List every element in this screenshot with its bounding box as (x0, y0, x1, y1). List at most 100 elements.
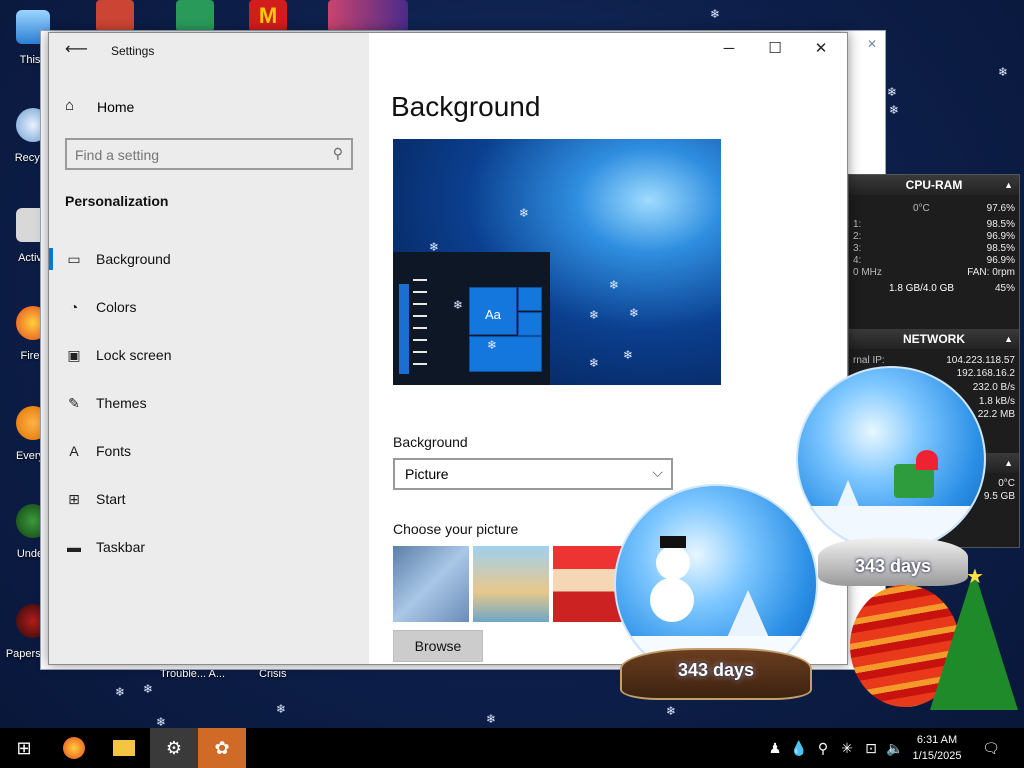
christmas-tree (930, 570, 1018, 710)
search-tray-icon[interactable]: ⚲ (814, 739, 832, 757)
browse-button[interactable]: Browse (393, 630, 483, 662)
ram-usage: 1.8 GB/4.0 GB (889, 283, 955, 294)
settings-sidebar: ⟵ Settings ⌂ Home ⚲ Personalization ▭ Ba… (49, 33, 369, 664)
clock-time: 6:31 AM (916, 734, 958, 746)
nav-item-label: Colors (96, 299, 137, 315)
core-value: 98.5% (986, 243, 1015, 254)
choose-picture-label: Choose your picture (393, 521, 519, 537)
cpu-frequency: 0 MHz (853, 267, 882, 278)
window-controls: ─ ☐ ✕ (709, 33, 847, 67)
maximize-icon[interactable]: ☐ (765, 39, 785, 59)
collapse-icon[interactable]: ▲ (1004, 175, 1013, 195)
app-taskbar-icon[interactable]: ✿ (198, 728, 246, 768)
start-button[interactable]: ⊞ (0, 728, 48, 768)
notification-icon[interactable]: 🗨 (982, 739, 1000, 757)
cpu-total: 97.6% (986, 203, 1015, 214)
window-title: Settings (111, 44, 155, 58)
external-ip-label: rnal IP: (853, 355, 885, 366)
firefox-taskbar-icon[interactable] (50, 728, 98, 768)
desktop-app-icon-4[interactable] (328, 0, 408, 32)
background-select-value: Picture (405, 466, 449, 482)
nav-item-taskbar[interactable]: ▬ Taskbar (49, 529, 369, 565)
file-explorer-icon[interactable] (100, 728, 148, 768)
desktop-preview: Aa ❄ ❄ ❄ ❄ ❄ ❄ ❄ ❄ ❄ (393, 139, 721, 385)
core-value: 98.5% (986, 219, 1015, 230)
cpu-ram-title: CPU-RAM ▲ (849, 175, 1019, 195)
close-icon[interactable]: ✕ (865, 37, 879, 51)
water-drop-icon[interactable]: 💧 (790, 739, 808, 757)
minimize-icon[interactable]: ─ (719, 39, 739, 59)
nav-item-start[interactable]: ⊞ Start (49, 481, 369, 517)
drive-temp: 0°C (998, 478, 1015, 489)
download-rate: 232.0 B/s (972, 382, 1015, 393)
nav-item-label: Themes (96, 395, 147, 411)
chevron-down-icon: ⌵ (652, 464, 663, 480)
search-box[interactable]: ⚲ (65, 138, 353, 170)
volume-icon[interactable]: 🔈 (886, 739, 904, 757)
themes-icon: ✎ (68, 395, 80, 411)
fonts-icon: A (69, 443, 79, 459)
days-counter: 343 days (677, 660, 755, 680)
settings-taskbar-icon[interactable]: ⚙ (150, 728, 198, 768)
drive-size: 9.5 GB (983, 491, 1015, 502)
start-icon: ⊞ (68, 491, 80, 507)
section-title: Personalization (65, 193, 169, 209)
nav-item-colors[interactable]: ◔ Colors (49, 289, 369, 325)
core-label: 2: (853, 231, 862, 242)
taskbar: ⊞ ⚙ ✿ ♟ 💧 ⚲ ✳ ⊡ 🔈 6:31 AM 1/15/2025 🗨 (0, 728, 1024, 768)
home-label: Home (97, 99, 135, 115)
cpu-temp: 0°C (913, 203, 930, 214)
taskbar-icon: ▬ (67, 539, 81, 555)
desktop-app-icon-2[interactable] (176, 0, 214, 32)
nav-item-label: Start (96, 491, 126, 507)
picture-thumbnail[interactable] (473, 546, 549, 622)
nav-item-themes[interactable]: ✎ Themes (49, 385, 369, 421)
fan-speed: FAN: 0rpm (967, 267, 1015, 278)
background-select[interactable]: Picture ⌵ (393, 458, 673, 490)
snowflake-tray-icon[interactable]: ✳ (838, 739, 856, 757)
back-arrow-icon[interactable]: ⟵ (65, 41, 88, 59)
search-input[interactable] (75, 146, 315, 164)
user-tray-icon[interactable]: ♟ (766, 739, 784, 757)
picture-thumbnail[interactable] (393, 546, 469, 622)
home-icon: ⌂ (65, 97, 75, 114)
external-ip: 104.223.118.57 (946, 355, 1015, 366)
ram-percent: 45% (994, 283, 1015, 294)
core-label: 3: (853, 243, 862, 254)
nav-item-label: Taskbar (96, 539, 146, 555)
internal-ip: 192.168.16.2 (956, 368, 1015, 379)
mcdonalds-icon[interactable]: M (249, 0, 287, 32)
search-icon[interactable]: ⚲ (333, 145, 343, 162)
nav-item-fonts[interactable]: A Fonts (49, 433, 369, 469)
core-label: 4: (853, 255, 862, 266)
clock-date: 1/15/2025 (912, 750, 962, 762)
preview-tile-text: Aa (485, 307, 501, 322)
preview-sidebar (399, 284, 409, 374)
upload-rate: 1.8 kB/s (978, 396, 1015, 407)
network-title: NETWORK ▲ (849, 329, 1019, 349)
core-value: 96.9% (986, 255, 1015, 266)
collapse-icon[interactable]: ▲ (1004, 453, 1013, 473)
nav-item-lock-screen[interactable]: ▣ Lock screen (49, 337, 369, 373)
star-icon: ★ (966, 566, 984, 588)
collapse-icon[interactable]: ▲ (1004, 329, 1013, 349)
core-label: 1: (853, 219, 862, 230)
lock-screen-icon: ▣ (67, 347, 81, 363)
globe-glass (796, 366, 986, 552)
palette-icon: ◔ (69, 299, 79, 315)
nav-item-label: Background (96, 251, 171, 267)
clock[interactable]: 6:31 AM 1/15/2025 (905, 732, 969, 764)
picture-thumbnail[interactable] (553, 546, 623, 622)
network-total: 22.2 MB (977, 409, 1015, 420)
nav-item-label: Lock screen (96, 347, 172, 363)
home-nav[interactable]: ⌂ Home (63, 97, 263, 117)
picture-icon: ▭ (67, 251, 81, 267)
network-icon[interactable]: ⊡ (862, 739, 880, 757)
core-value: 96.9% (986, 231, 1015, 242)
nav-item-background[interactable]: ▭ Background (49, 241, 369, 277)
page-title: Background (391, 91, 541, 122)
background-label: Background (393, 434, 468, 450)
desktop-app-icon-1[interactable] (96, 0, 134, 32)
close-icon[interactable]: ✕ (811, 39, 831, 59)
nav-item-label: Fonts (96, 443, 132, 459)
